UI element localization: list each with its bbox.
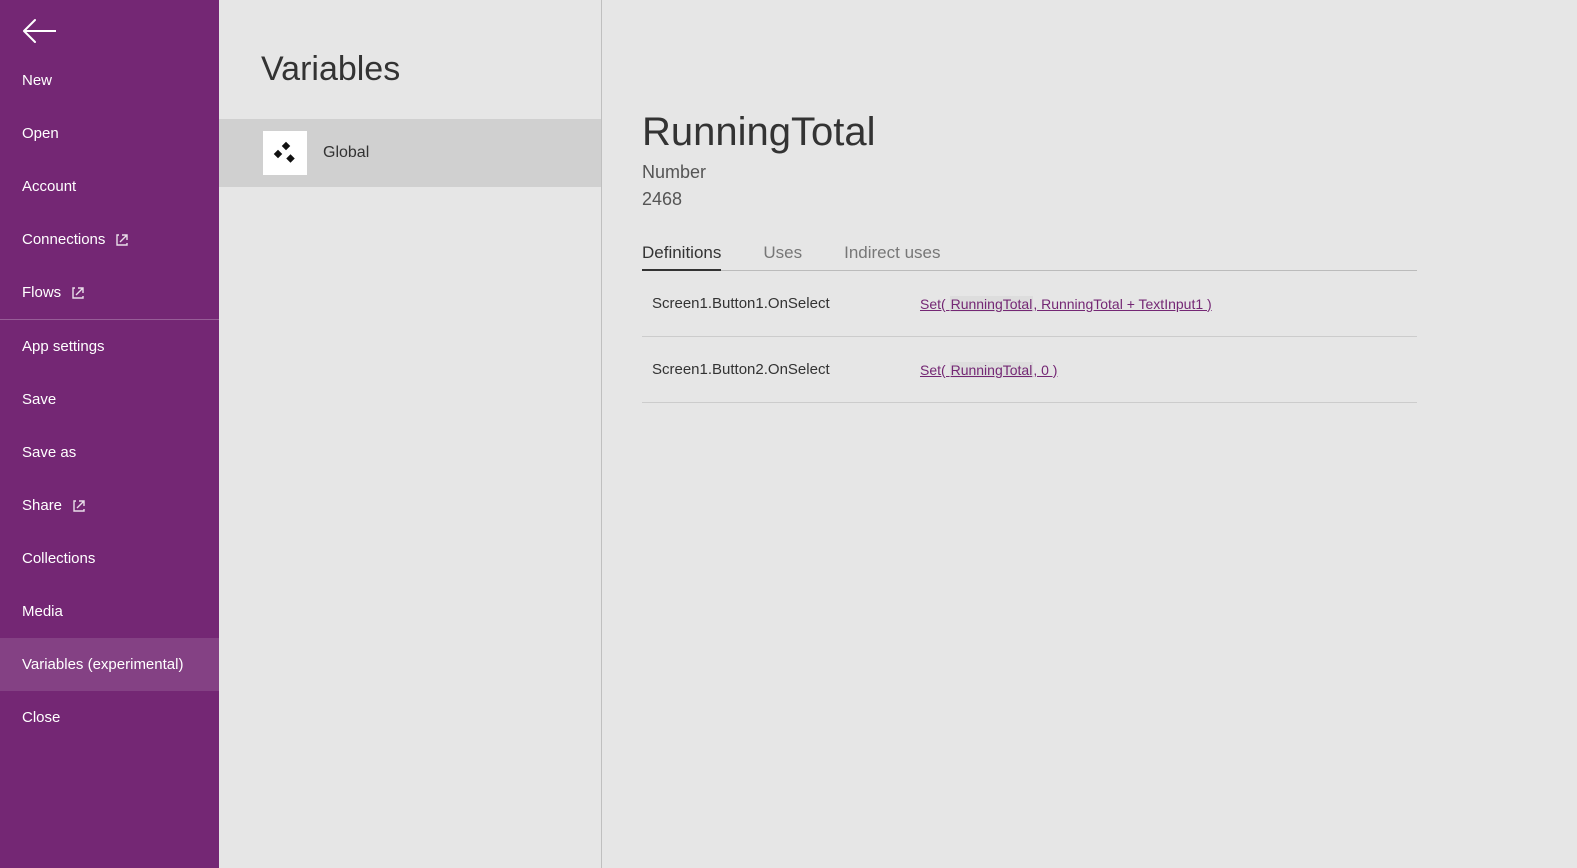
scope-label: Global — [323, 144, 369, 162]
definition-row: Screen1.Button1.OnSelect Set( RunningTot… — [642, 271, 1417, 337]
back-button[interactable] — [0, 0, 219, 54]
definition-location: Screen1.Button1.OnSelect — [652, 295, 920, 312]
back-arrow-icon — [22, 18, 56, 44]
nav-label: Save — [22, 391, 56, 408]
nav-save-as[interactable]: Save as — [0, 426, 219, 479]
variables-scope-panel: Variables Global — [219, 0, 602, 868]
nav-new[interactable]: New — [0, 54, 219, 107]
nav-label: App settings — [22, 338, 105, 355]
nav-media[interactable]: Media — [0, 585, 219, 638]
nav-label: Account — [22, 178, 76, 195]
nav-label: Close — [22, 709, 60, 726]
nav-label: Variables (experimental) — [22, 656, 183, 673]
variable-value: 2468 — [642, 186, 1417, 213]
nav-label: Collections — [22, 550, 95, 567]
external-link-icon — [71, 286, 85, 300]
definition-row: Screen1.Button2.OnSelect Set( RunningTot… — [642, 337, 1417, 403]
external-link-icon — [115, 233, 129, 247]
tab-definitions[interactable]: Definitions — [642, 243, 721, 271]
nav-variables[interactable]: Variables (experimental) — [0, 638, 219, 691]
external-link-icon — [72, 499, 86, 513]
definition-location: Screen1.Button2.OnSelect — [652, 361, 920, 378]
nav-label: Save as — [22, 444, 76, 461]
nav-collections[interactable]: Collections — [0, 532, 219, 585]
definition-formula-link[interactable]: Set( RunningTotal, RunningTotal + TextIn… — [920, 296, 1212, 312]
nav-label: Flows — [22, 284, 61, 301]
nav-flows[interactable]: Flows — [0, 266, 219, 319]
nav-share[interactable]: Share — [0, 479, 219, 532]
nav-label: Share — [22, 497, 62, 514]
variable-type: Number — [642, 159, 1417, 186]
nav-open[interactable]: Open — [0, 107, 219, 160]
left-sidebar: New Open Account Connections Flows App s… — [0, 0, 219, 868]
nav-label: Media — [22, 603, 63, 620]
nav-account[interactable]: Account — [0, 160, 219, 213]
panel-title: Variables — [219, 0, 601, 119]
nav-close[interactable]: Close — [0, 691, 219, 744]
nav-label: Open — [22, 125, 59, 142]
variable-name: RunningTotal — [642, 110, 1417, 155]
variable-detail-panel: RunningTotal Number 2468 Definitions Use… — [602, 0, 1577, 868]
nav-app-settings[interactable]: App settings — [0, 320, 219, 373]
nav-connections[interactable]: Connections — [0, 213, 219, 266]
tab-uses[interactable]: Uses — [763, 243, 802, 270]
nav-save[interactable]: Save — [0, 373, 219, 426]
nav-label: Connections — [22, 231, 105, 248]
definition-formula-link[interactable]: Set( RunningTotal, 0 ) — [920, 362, 1057, 378]
detail-tabs: Definitions Uses Indirect uses — [642, 243, 1417, 271]
global-scope-icon — [263, 131, 307, 175]
nav-label: New — [22, 72, 52, 89]
tab-indirect-uses[interactable]: Indirect uses — [844, 243, 940, 270]
scope-global[interactable]: Global — [219, 119, 601, 187]
